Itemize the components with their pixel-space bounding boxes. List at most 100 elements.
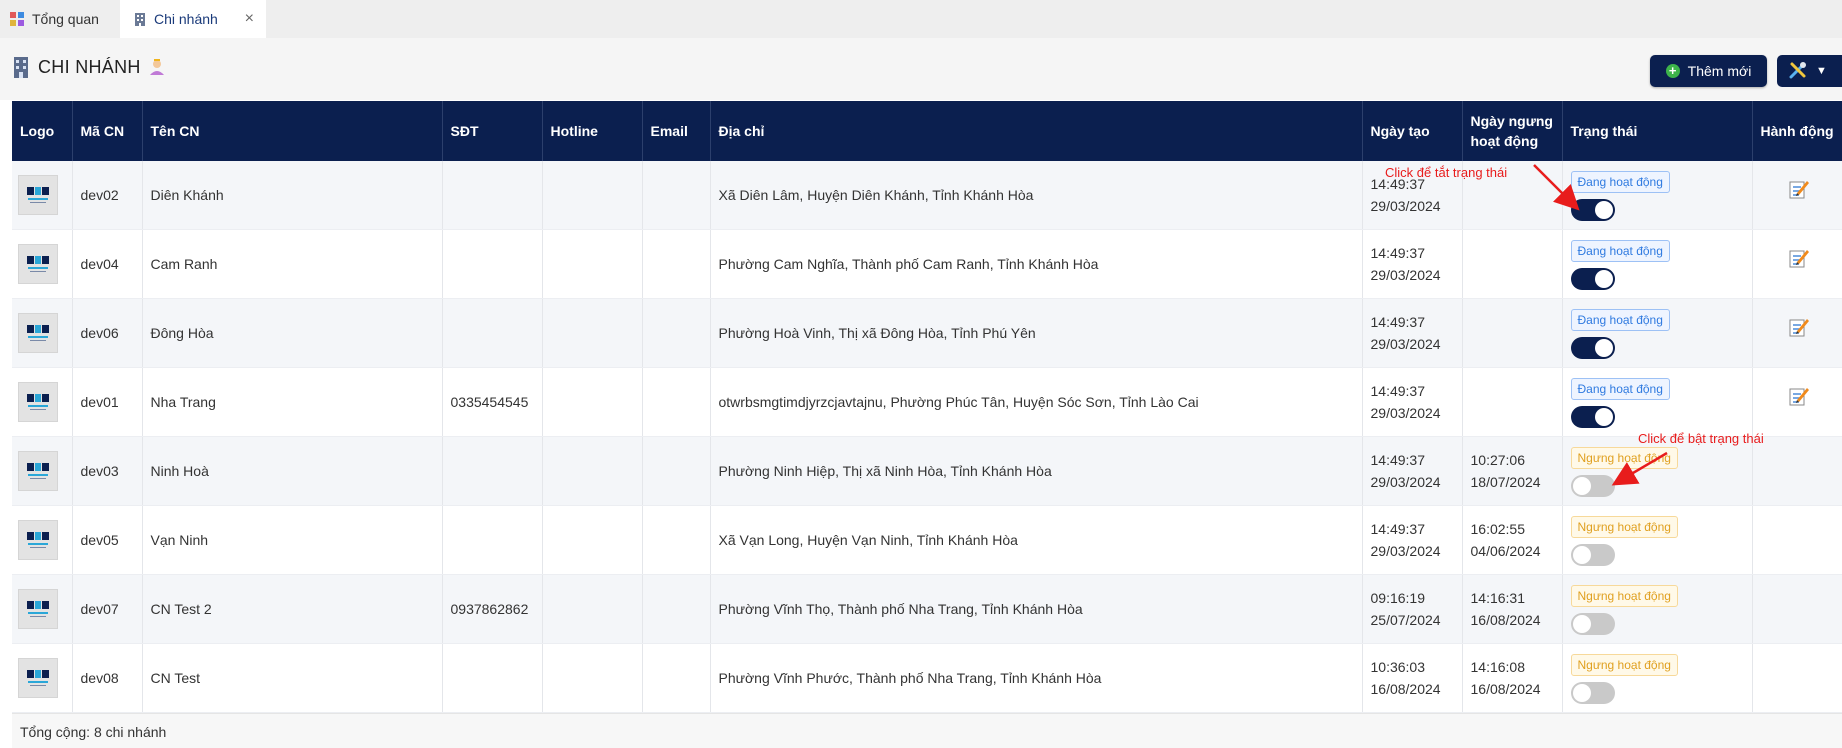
address-cell: otwrbsmgtimdjyrzcjavtajnu, Phường Phúc T… [710,367,1363,437]
logo-cell [12,367,73,437]
actions-cell [1752,161,1842,230]
toggle-knob [1594,270,1613,288]
address-cell: Phường Ninh Hiệp, Thị xã Ninh Hòa, Tỉnh … [710,436,1363,506]
email-cell [642,298,711,368]
branch-logo [18,520,58,560]
tab-bar: Tổng quan Chi nhánh × [0,0,1842,39]
created-cell: 14:49:37 29/03/2024 [1362,298,1463,368]
user-icon [148,58,166,76]
table-row: dev06 Đông Hòa Phường Hoà Vinh, Thị xã Đôn… [12,298,1842,368]
created-time: 14:49:37 [1370,452,1426,468]
name-cell: Đông Hòa [142,298,443,368]
table-header-row: Logo Mã CN Tên CN SĐT Hotline Email Địa … [12,101,1842,161]
email-cell [642,643,711,713]
created-date: 29/03/2024 [1370,543,1441,559]
status-toggle[interactable] [1570,475,1615,497]
status-toggle[interactable] [1570,199,1615,221]
tab-branches-label: Chi nhánh [154,11,218,27]
tab-branches[interactable]: Chi nhánh × [120,0,266,38]
created-cell: 14:49:37 29/03/2024 [1362,505,1463,575]
edit-icon[interactable] [1788,247,1810,275]
status-badge: Đang hoạt động [1570,309,1670,331]
status-cell: Đang hoạt động [1562,367,1753,437]
status-cell: Đang hoạt động [1562,229,1753,299]
status-badge: Đang hoạt động [1570,378,1670,400]
address-cell: Xã Diên Lâm, Huyện Diên Khánh, Tỉnh Khán… [710,161,1363,230]
branch-logo [18,451,58,491]
column-header-actions: Hành động [1752,101,1842,161]
table-row: dev07 CN Test 2 0937862862 Phường Vĩnh Thọ,… [12,574,1842,644]
table-row: dev03 Ninh Hoà Phường Ninh Hiệp, Thị xã Ni… [12,436,1842,506]
stopped-date: 16/08/2024 [1470,681,1541,697]
status-toggle[interactable] [1570,268,1615,290]
toggle-knob [1594,339,1613,357]
edit-icon[interactable] [1788,316,1810,344]
close-icon[interactable]: × [245,10,254,28]
actions-cell [1752,436,1842,506]
stopped-time: 10:27:06 [1470,452,1526,468]
code-cell: dev01 [72,367,143,437]
code-cell: dev04 [72,229,143,299]
email-cell [642,574,711,644]
building-icon [134,12,146,26]
edit-icon[interactable] [1788,178,1810,206]
address-cell: Phường Hoà Vinh, Thị xã Đông Hòa, Tỉnh P… [710,298,1363,368]
code-cell: dev02 [72,161,143,230]
branch-logo [18,658,58,698]
status-cell: Đang hoạt động [1562,161,1753,230]
phone-cell [442,161,543,230]
toggle-knob [1572,477,1591,495]
tab-overview-label: Tổng quan [32,11,99,27]
hotline-cell [542,229,643,299]
page-title-text: CHI NHÁNH [38,56,141,77]
created-time: 14:49:37 [1370,245,1426,261]
tools-dropdown-button[interactable]: ▼ [1777,55,1842,87]
page-header [0,38,1842,100]
status-toggle[interactable] [1570,406,1615,428]
status-toggle[interactable] [1570,682,1615,704]
address-cell: Phường Vĩnh Phước, Thành phố Nha Trang, … [710,643,1363,713]
logo-cell [12,643,73,713]
column-header-name: Tên CN [142,101,443,161]
created-time: 14:49:37 [1370,314,1426,330]
stopped-cell: 10:27:06 18/07/2024 [1462,436,1563,506]
edit-icon[interactable] [1788,385,1810,413]
column-header-logo: Logo [12,101,73,161]
stopped-time: 14:16:08 [1470,659,1526,675]
phone-cell: 0335454545 [442,367,543,437]
table-row: dev04 Cam Ranh Phường Cam Nghĩa, Thành phố… [12,229,1842,299]
add-new-label: Thêm mới [1687,63,1752,79]
table-row: dev08 CN Test Phường Vĩnh Phước, Thành phố… [12,643,1842,713]
hotline-cell [542,298,643,368]
created-cell: 14:49:37 29/03/2024 [1362,436,1463,506]
table-row: dev05 Vạn Ninh Xã Vạn Long, Huyện Vạn Ninh… [12,505,1842,575]
add-new-button[interactable]: + Thêm mới [1650,55,1767,87]
created-date: 29/03/2024 [1370,267,1441,283]
code-cell: dev06 [72,298,143,368]
branch-logo [18,313,58,353]
name-cell: Diên Khánh [142,161,443,230]
code-cell: dev05 [72,505,143,575]
created-date: 29/03/2024 [1370,474,1441,490]
logo-cell [12,161,73,230]
stopped-cell: 14:16:08 16/08/2024 [1462,643,1563,713]
status-toggle[interactable] [1570,613,1615,635]
name-cell: Cam Ranh [142,229,443,299]
column-header-code: Mã CN [72,101,143,161]
status-badge: Ngưng hoạt động [1570,654,1678,676]
actions-cell [1752,643,1842,713]
status-toggle[interactable] [1570,544,1615,566]
hotline-cell [542,436,643,506]
table-footer: Tổng cộng: 8 chi nhánh [12,713,1842,748]
email-cell [642,161,711,230]
created-cell: 14:49:37 29/03/2024 [1362,229,1463,299]
created-cell: 10:36:03 16/08/2024 [1362,643,1463,713]
email-cell [642,505,711,575]
toggle-knob [1594,201,1613,219]
table-row: dev01 Nha Trang 0335454545 otwrbsmgtimdjyrz… [12,367,1842,437]
tab-overview[interactable]: Tổng quan [0,0,118,38]
created-cell: 14:49:37 29/03/2024 [1362,367,1463,437]
status-toggle[interactable] [1570,337,1615,359]
column-header-status: Trạng thái [1562,101,1753,161]
created-date: 29/03/2024 [1370,405,1441,421]
